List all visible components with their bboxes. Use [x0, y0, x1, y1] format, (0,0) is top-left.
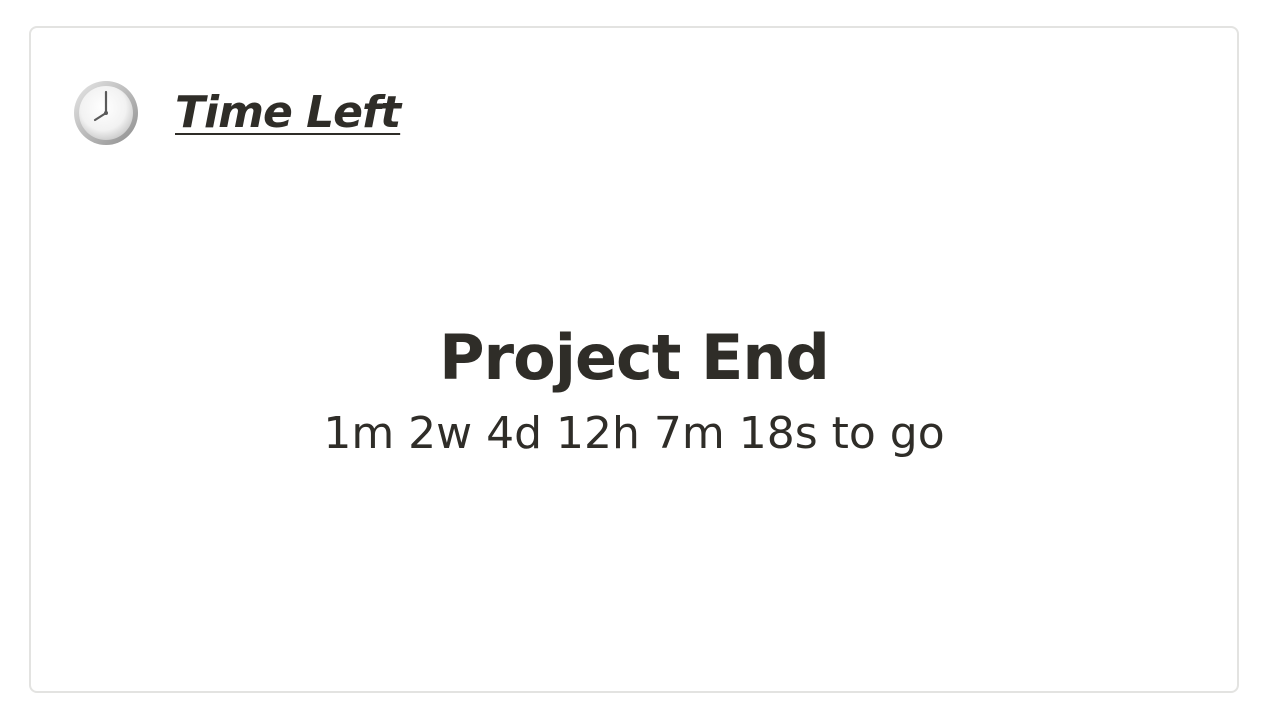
event-name: Project End — [439, 321, 830, 394]
countdown-widget-card: Time Left Project End 1m 2w 4d 12h 7m 18… — [29, 26, 1239, 693]
widget-header: Time Left — [73, 80, 401, 146]
clock-icon — [73, 80, 139, 146]
countdown-display: Project End 1m 2w 4d 12h 7m 18s to go — [31, 321, 1237, 460]
countdown-text: 1m 2w 4d 12h 7m 18s to go — [323, 408, 945, 460]
widget-title-link[interactable]: Time Left — [175, 91, 401, 135]
